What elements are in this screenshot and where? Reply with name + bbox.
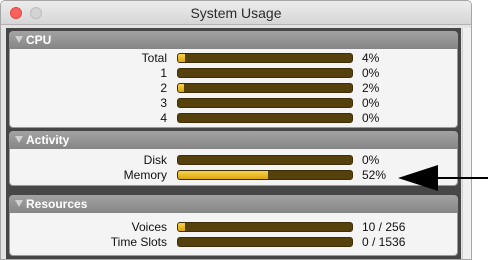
- row-label: 2: [160, 81, 167, 95]
- usage-meter: [177, 155, 353, 165]
- row-value: 2%: [362, 81, 380, 95]
- scrollbar[interactable]: [462, 28, 471, 259]
- row-value: 10 / 256: [362, 220, 406, 234]
- row-value: 0%: [362, 66, 380, 80]
- usage-panel: CPU Total 4% 1 0% 2 2% 3 0% 4 0% Activit…: [6, 28, 461, 259]
- cpu-section-body: Total 4% 1 0% 2 2% 3 0% 4 0%: [9, 48, 458, 128]
- usage-row-voices: Voices 10 / 256: [10, 219, 457, 234]
- resources-section: Resources Voices 10 / 256 Time Slots 0 /…: [9, 195, 458, 256]
- row-value: 0%: [362, 111, 380, 125]
- usage-row-cpu-3: 3 0%: [10, 95, 457, 110]
- usage-meter: [177, 83, 353, 93]
- usage-meter: [177, 53, 353, 63]
- usage-meter-fill: [178, 54, 185, 62]
- usage-meter-fill: [178, 84, 185, 92]
- row-label: Memory: [123, 168, 167, 182]
- title-bar[interactable]: System Usage: [1, 1, 471, 25]
- row-value: 52%: [362, 168, 387, 182]
- row-value: 0 / 1536: [362, 235, 406, 249]
- usage-row-time-slots: Time Slots 0 / 1536: [10, 234, 457, 249]
- usage-row-memory: Memory 52%: [10, 167, 457, 182]
- row-label: Voices: [131, 220, 167, 234]
- usage-row-cpu-4: 4 0%: [10, 110, 457, 125]
- row-value: 4%: [362, 51, 380, 65]
- usage-meter: [177, 113, 353, 123]
- usage-meter-fill: [178, 171, 269, 179]
- cpu-section-header[interactable]: CPU: [9, 31, 458, 49]
- usage-row-disk: Disk 0%: [10, 152, 457, 167]
- activity-section-body: Disk 0% Memory 52%: [9, 148, 458, 186]
- system-usage-window: System Usage CPU Total 4% 1 0% 2 2% 3 0%…: [0, 0, 472, 260]
- activity-section: Activity Disk 0% Memory 52%: [9, 131, 458, 186]
- usage-meter: [177, 98, 353, 108]
- usage-row-cpu-2: 2 2%: [10, 80, 457, 95]
- row-label: Time Slots: [110, 235, 167, 249]
- resources-section-header[interactable]: Resources: [9, 195, 458, 213]
- usage-row-cpu-1: 1 0%: [10, 65, 457, 80]
- section-title: Activity: [26, 133, 70, 147]
- usage-meter: [177, 237, 353, 247]
- usage-meter: [177, 222, 353, 232]
- row-value: 0%: [362, 153, 380, 167]
- section-title: Resources: [26, 197, 88, 211]
- window-title: System Usage: [190, 5, 282, 21]
- row-value: 0%: [362, 96, 380, 110]
- row-label: Disk: [143, 153, 167, 167]
- disclosure-triangle-icon[interactable]: [15, 36, 23, 43]
- usage-meter: [177, 170, 353, 180]
- disclosure-triangle-icon[interactable]: [15, 136, 23, 143]
- row-label: Total: [141, 51, 167, 65]
- section-title: CPU: [26, 33, 52, 47]
- cpu-section: CPU Total 4% 1 0% 2 2% 3 0% 4 0%: [9, 31, 458, 128]
- disclosure-triangle-icon[interactable]: [15, 200, 23, 207]
- arrow-left-icon: [398, 165, 488, 191]
- usage-meter: [177, 68, 353, 78]
- usage-meter-fill: [178, 223, 185, 231]
- usage-row-total: Total 4%: [10, 50, 457, 65]
- row-label: 1: [160, 66, 167, 80]
- row-label: 4: [160, 111, 167, 125]
- row-label: 3: [160, 96, 167, 110]
- activity-section-header[interactable]: Activity: [9, 131, 458, 149]
- resources-section-body: Voices 10 / 256 Time Slots 0 / 1536: [9, 212, 458, 256]
